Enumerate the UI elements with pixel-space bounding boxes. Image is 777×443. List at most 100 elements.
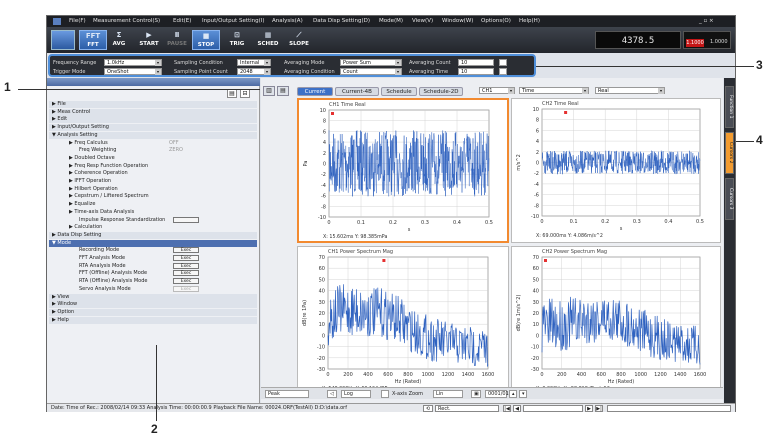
- tree-item[interactable]: FFT (Offline) Analysis Mode Exec: [49, 270, 257, 277]
- exec-button[interactable]: Exec: [173, 255, 199, 261]
- zoom-out-icon[interactable]: ◁: [327, 390, 337, 398]
- tree-item[interactable]: ▶ Help: [49, 316, 257, 324]
- first-icon[interactable]: |◀: [503, 405, 511, 412]
- tree-item[interactable]: ▶ Window: [49, 301, 257, 309]
- side-tab[interactable]: Cursors 3: [725, 178, 734, 220]
- sidebar-pin-icon[interactable]: ⊟: [240, 89, 250, 98]
- cursor-marker[interactable]: [544, 259, 547, 262]
- tree-item[interactable]: ▶ Data Disp Setting: [49, 231, 257, 239]
- tree-item[interactable]: ▶ Input/Output Setting: [49, 124, 257, 132]
- tree-item-label: FFT (Offline) Analysis Mode: [79, 270, 148, 277]
- tree-item[interactable]: ▶ File: [49, 101, 257, 108]
- last-icon[interactable]: ▶|: [595, 405, 603, 412]
- condition-select[interactable]: Count ▾: [340, 68, 402, 75]
- menu-item[interactable]: Window(W): [442, 18, 473, 24]
- exec-button[interactable]: Exec: [173, 270, 199, 277]
- condition-select[interactable]: 10: [458, 68, 494, 75]
- next-icon[interactable]: ▶: [585, 405, 593, 412]
- chart-panel[interactable]: CH1 Power Spectrum MagX: 548.000Hz Y: 60…: [297, 246, 509, 396]
- tree-item[interactable]: ▶ Coherence Operation: [49, 170, 257, 177]
- tree-item[interactable]: RTA (Offline) Analysis Mode Exec: [49, 278, 257, 285]
- tree-item[interactable]: ▶ Doubled Octave: [49, 155, 257, 162]
- tree-item[interactable]: FFT Analysis Mode Exec: [49, 255, 257, 262]
- condition-select[interactable]: 2048 ▾: [237, 68, 271, 75]
- toolbar-slope-button[interactable]: ⟋ SLOPE: [285, 30, 313, 50]
- tree-item[interactable]: Freq Weighting ZERO: [49, 147, 257, 154]
- exec-button[interactable]: Exec: [173, 278, 199, 285]
- tree-item[interactable]: ▶ IFFT Operation: [49, 178, 257, 185]
- position-slider[interactable]: [523, 405, 583, 412]
- exec-button[interactable]: Exec: [173, 262, 199, 269]
- tree-item[interactable]: ▶ Cepstrum / Liftered Spectrum: [49, 193, 257, 200]
- tree-item[interactable]: ▶ Edit: [49, 116, 257, 124]
- menu-item[interactable]: Options(O): [481, 18, 511, 24]
- menu-item[interactable]: Data Disp Setting(D): [313, 18, 370, 24]
- tree-item[interactable]: ▶ Hilbert Operation: [49, 186, 257, 193]
- tree-item[interactable]: ▶ View: [49, 293, 257, 301]
- tree-item[interactable]: Impulse Response Standardization: [49, 216, 257, 224]
- tree-item[interactable]: ▶ Option: [49, 308, 257, 316]
- cursor-marker[interactable]: [564, 111, 568, 114]
- file-field[interactable]: [607, 405, 731, 412]
- side-tab[interactable]: Cursors 2: [725, 132, 734, 174]
- toolbar-fft-button[interactable]: FFT FFT: [79, 30, 107, 50]
- xzoom-checkbox[interactable]: [381, 390, 389, 398]
- lin-select[interactable]: Lin: [433, 390, 463, 398]
- tree-item[interactable]: ▼ Analysis Setting: [49, 131, 257, 139]
- range-up-icon[interactable]: ▴: [509, 390, 517, 398]
- tree-item[interactable]: ▼ Mode: [49, 239, 257, 247]
- playback-icon[interactable]: ⟲: [423, 405, 433, 412]
- playback-select[interactable]: Rect.: [435, 405, 499, 412]
- chart-panel[interactable]: CH2 Time Real X: 69.000ms Y: 4.086m/s^2 10…: [511, 98, 721, 243]
- menu-item[interactable]: View(V): [412, 18, 433, 24]
- condition-select[interactable]: OneShot ▾: [104, 68, 162, 75]
- callout-4: 4: [756, 133, 763, 147]
- condition-select[interactable]: Internal ▾: [237, 59, 271, 66]
- tree-item[interactable]: Servo Analysis Mode Exec: [49, 285, 257, 293]
- prev-icon[interactable]: ◀: [513, 405, 521, 412]
- apply-checkbox[interactable]: [499, 68, 507, 75]
- condition-select[interactable]: 10: [458, 59, 494, 66]
- tree-item[interactable]: ▶ Calculation: [49, 224, 257, 231]
- tree-item[interactable]: ▶ Freq Calculus OFF: [49, 140, 257, 147]
- range-down-icon[interactable]: ▾: [519, 390, 527, 398]
- toolbar-avg-button[interactable]: Σ AVG: [105, 30, 133, 50]
- tree-item[interactable]: Recording Mode Exec: [49, 247, 257, 254]
- toolbar-trig-button[interactable]: ⊡ TRIG: [223, 30, 251, 50]
- toolbar-stop-button[interactable]: ■ STOP: [192, 30, 220, 50]
- menu-item[interactable]: Measurement Control(S): [93, 18, 160, 24]
- apply-checkbox[interactable]: [499, 59, 507, 66]
- menu-item[interactable]: Analysis(A): [272, 18, 303, 24]
- toolbar-pause-button[interactable]: Ⅱ PAUSE: [163, 30, 191, 50]
- exec-button[interactable]: [173, 216, 199, 223]
- tree-item[interactable]: ▶ Time-axis Data Analysis: [49, 209, 257, 216]
- cursor-marker[interactable]: [331, 112, 334, 115]
- menu-item[interactable]: File(F): [69, 18, 86, 24]
- save-icon[interactable]: ▣: [471, 390, 481, 398]
- condition-select[interactable]: 1.0kHz ▾: [104, 59, 162, 66]
- tree-item[interactable]: ▶ Freq Resp Function Operation: [49, 163, 257, 170]
- window-controls[interactable]: _ ▫ ×: [699, 18, 714, 24]
- range-field[interactable]: 0001/01: [485, 390, 509, 398]
- menu-item[interactable]: Help(H): [519, 18, 540, 24]
- scale-select[interactable]: Peak: [265, 390, 309, 398]
- condition-select[interactable]: Power Sum ▾: [340, 59, 402, 66]
- toolbar-start-button[interactable]: ▶ START: [135, 30, 163, 50]
- axis-scale-select[interactable]: Log: [341, 390, 371, 398]
- tree-item[interactable]: RTA Analysis Mode Exec: [49, 262, 257, 270]
- side-tab[interactable]: Function 1: [725, 86, 734, 128]
- tree-item[interactable]: ▶ Equalize: [49, 201, 257, 208]
- exec-button[interactable]: Exec: [173, 247, 199, 254]
- exec-button[interactable]: Exec: [173, 285, 199, 292]
- sidebar-view-icon[interactable]: ▤: [227, 89, 237, 98]
- toolbar-sched-button[interactable]: ▦ SCHED: [254, 30, 282, 50]
- menu-item[interactable]: Mode(M): [379, 18, 403, 24]
- menu-item[interactable]: Edit(E): [173, 18, 191, 24]
- condition-label: Sampling Point Count: [174, 69, 228, 75]
- chart-panel[interactable]: CH1 Time Real X: 15.602ms Y: 98.385mPa 10 8…: [297, 98, 509, 243]
- menu-item[interactable]: Input/Output Setting(I): [202, 18, 265, 24]
- cursor-marker[interactable]: [382, 259, 386, 262]
- x-tick-label: 0: [540, 219, 543, 225]
- tree-item[interactable]: ▶ Meas Control: [49, 108, 257, 116]
- chart-panel[interactable]: CH2 Power Spectrum MagX: 0.000Hz Y: -58.…: [511, 246, 721, 396]
